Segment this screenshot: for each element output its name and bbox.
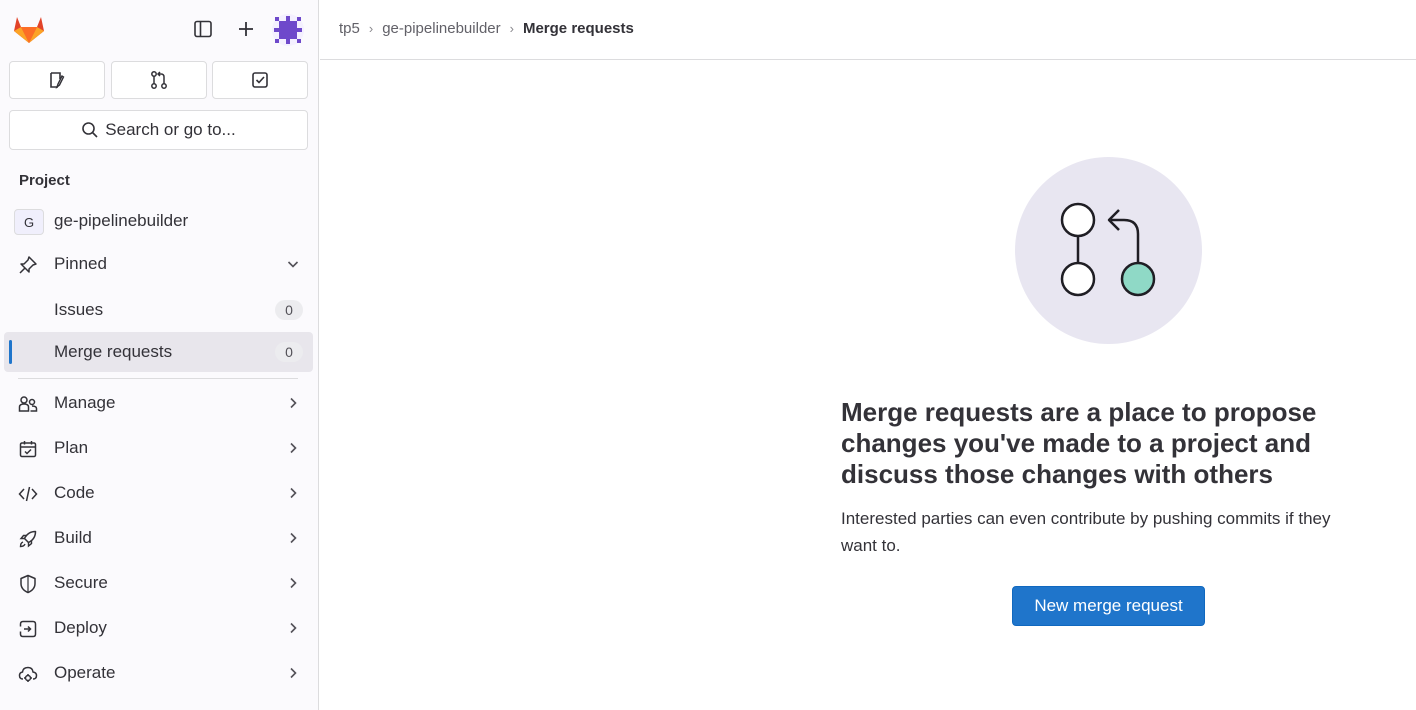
chevron-right-icon [290, 577, 297, 589]
sidebar-item-label: Plan [54, 438, 89, 457]
sidebar-item-operate[interactable]: Operate [4, 653, 313, 693]
empty-state-title: Merge requests are a place to propose ch… [841, 397, 1317, 489]
chevron-down-icon [287, 261, 299, 268]
sidebar-topbar [0, 0, 318, 60]
sidebar-item-label: Secure [54, 573, 108, 592]
sidebar-item-label: Manage [54, 393, 116, 412]
sidebar-item-code[interactable]: Code [4, 473, 313, 513]
issues-icon [50, 72, 65, 90]
merge-request-icon [151, 71, 167, 89]
chevron-right-icon [290, 442, 297, 454]
cloud-gear-icon [18, 666, 38, 682]
pin-icon [19, 256, 37, 274]
deploy-icon [19, 620, 37, 638]
code-icon [18, 486, 38, 502]
chevron-right-icon [290, 667, 297, 679]
breadcrumb-separator-icon: › [509, 21, 514, 36]
users-icon [18, 396, 38, 412]
sidebar-toggle-button[interactable] [188, 14, 218, 44]
sidebar: Search or go to... Project G ge-pipeline… [0, 0, 319, 710]
breadcrumb-current[interactable]: Merge requests [523, 20, 634, 37]
breadcrumb-project-link[interactable]: ge-pipelinebuilder [382, 20, 500, 37]
search-input[interactable]: Search or go to... [9, 110, 308, 150]
sidebar-toggle-icon [194, 20, 212, 38]
create-new-button[interactable] [231, 14, 261, 44]
issues-count-badge: 0 [275, 300, 303, 320]
sidebar-item-deploy[interactable]: Deploy [4, 608, 313, 648]
quick-merge-requests-button[interactable] [111, 61, 207, 99]
user-avatar[interactable] [272, 14, 304, 46]
sidebar-item-build[interactable]: Build [4, 518, 313, 558]
breadcrumb: tp5 › ge-pipelinebuilder › Merge request… [339, 20, 634, 37]
sidebar-item-project[interactable]: G ge-pipelinebuilder [4, 201, 313, 241]
sidebar-item-label: Merge requests [54, 342, 173, 361]
sidebar-item-label: Deploy [54, 618, 107, 637]
sidebar-item-plan[interactable]: Plan [4, 428, 313, 468]
merge-requests-count-badge: 0 [275, 342, 303, 362]
quick-todo-button[interactable] [212, 61, 308, 99]
sidebar-divider [18, 378, 298, 379]
sidebar-item-merge-requests[interactable]: Merge requests 0 [4, 332, 313, 372]
new-merge-request-button[interactable]: New merge request [1012, 586, 1205, 626]
sidebar-item-manage[interactable]: Manage [4, 383, 313, 423]
top-header: tp5 › ge-pipelinebuilder › Merge request… [320, 0, 1416, 60]
pinned-label: Pinned [54, 254, 107, 273]
sidebar-item-label: Issues [54, 300, 104, 319]
sidebar-item-secure[interactable]: Secure [4, 563, 313, 603]
merge-request-illustration [1015, 157, 1202, 344]
sidebar-item-label: Build [54, 528, 92, 547]
plus-icon [239, 22, 253, 36]
chevron-right-icon [290, 397, 297, 409]
shield-icon [20, 574, 36, 594]
sidebar-item-label: Code [54, 483, 95, 502]
breadcrumb-group-link[interactable]: tp5 [339, 20, 360, 37]
calendar-icon [19, 441, 37, 458]
quick-issues-button[interactable] [9, 61, 105, 99]
sidebar-item-label: Operate [54, 663, 116, 682]
sidebar-item-issues[interactable]: Issues 0 [4, 290, 313, 330]
rocket-icon [19, 530, 37, 548]
chevron-right-icon [290, 532, 297, 544]
section-label: Project [19, 172, 70, 189]
project-name: ge-pipelinebuilder [54, 211, 189, 230]
project-avatar: G [14, 209, 44, 235]
search-placeholder: Search or go to... [105, 120, 236, 139]
sidebar-item-pinned[interactable]: Pinned [4, 244, 313, 284]
todo-icon [252, 72, 268, 88]
chevron-right-icon [290, 487, 297, 499]
empty-state-description: Interested parties can even contribute b… [841, 509, 1331, 555]
gitlab-logo[interactable] [12, 12, 46, 46]
search-icon [82, 122, 98, 138]
merge-request-illustration-icon [1060, 202, 1156, 297]
breadcrumb-separator-icon: › [368, 21, 374, 36]
chevron-right-icon [290, 622, 297, 634]
